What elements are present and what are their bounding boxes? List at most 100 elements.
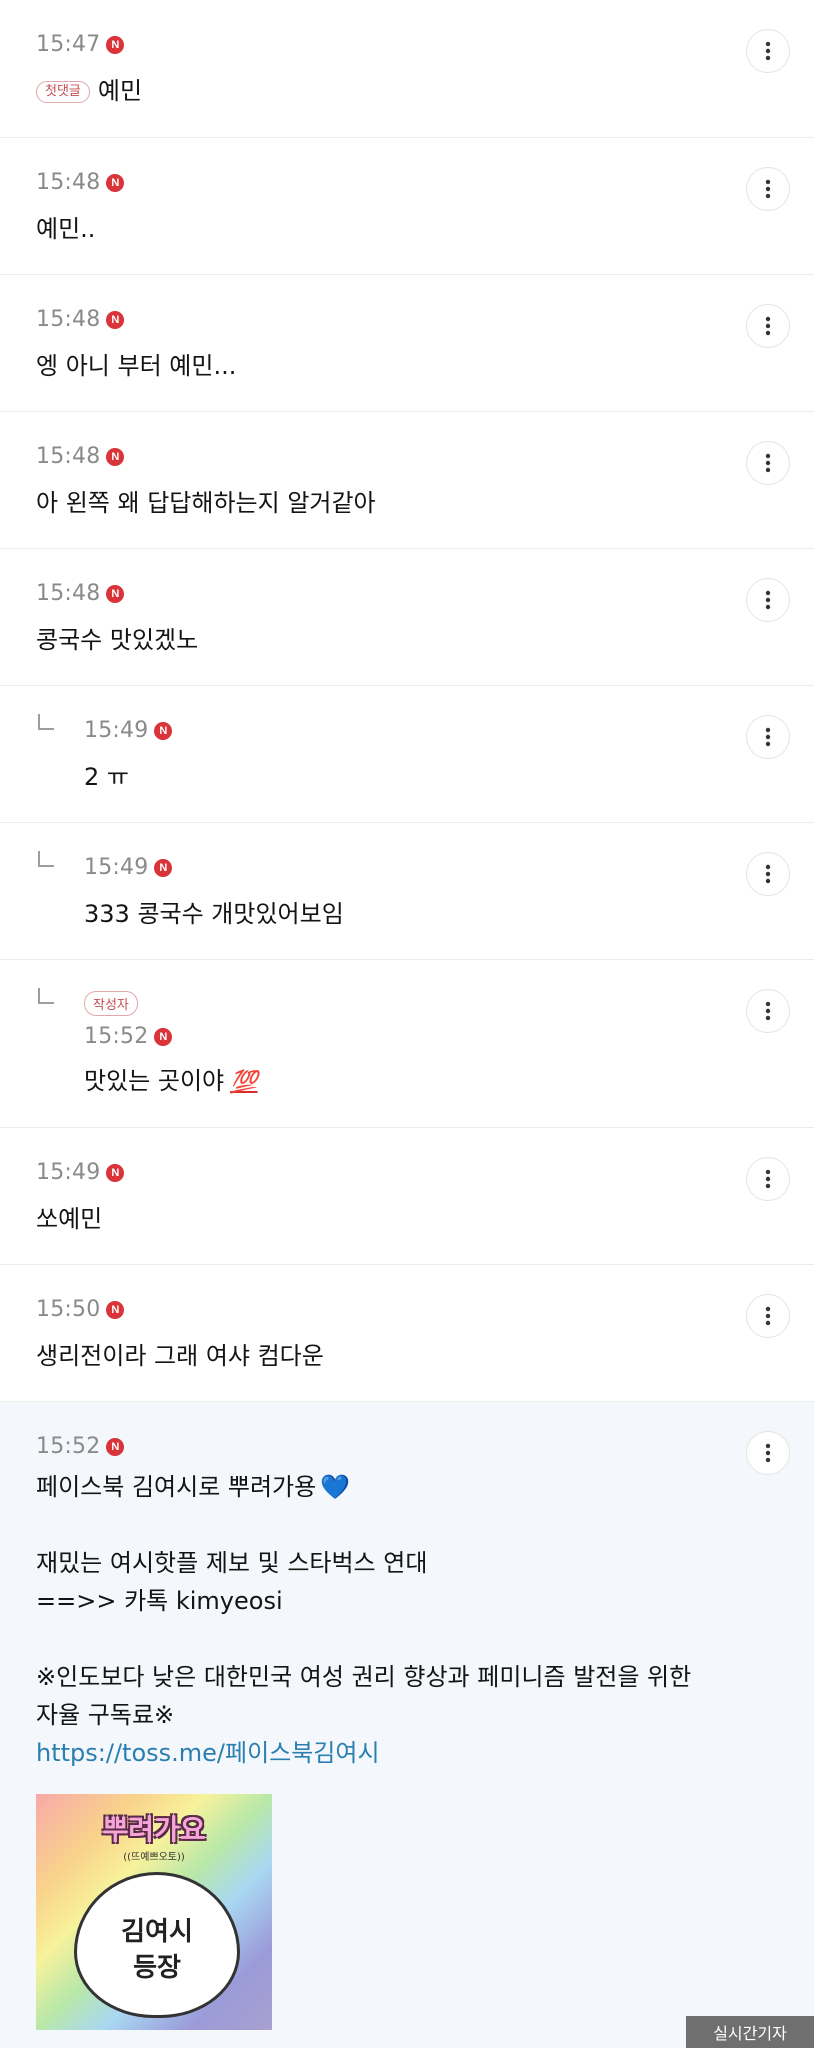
comment-meta: 15:49 N <box>36 1160 125 1185</box>
more-vertical-icon <box>765 179 771 199</box>
more-vertical-icon <box>765 1306 771 1326</box>
comment-text: 페이스북 김여시로 뿌려가용 <box>36 1473 317 1501</box>
comment-text: 333 콩국수 개맛있어보임 <box>84 900 344 928</box>
more-options-button[interactable] <box>746 29 790 73</box>
more-options-button[interactable] <box>746 852 790 896</box>
comment-line: ==>> 카톡 kimyeosi <box>36 1587 283 1615</box>
more-options-button[interactable] <box>746 1157 790 1201</box>
new-badge: N <box>154 858 173 877</box>
more-options-button[interactable] <box>746 1294 790 1338</box>
comment-text: 아 왼쪽 왜 답답해하는지 알거같아 <box>36 489 376 517</box>
comment-item: 15:48 N 예민.. <box>0 138 814 275</box>
comment-text: 쏘예민 <box>36 1205 103 1233</box>
comment-item: 15:48 N 콩국수 맛있겠노 <box>0 549 814 686</box>
reply-arrow-icon <box>38 851 54 867</box>
new-badge: N <box>106 310 125 329</box>
more-options-button[interactable] <box>746 989 790 1033</box>
toss-link[interactable]: https://toss.me/페이스북김여시 <box>36 1739 380 1767</box>
new-badge: N <box>106 173 125 192</box>
sticker-image: 뿌려가요 ((뜨예쁘오토)) 김여시 등장 <box>36 1794 272 2030</box>
comment-text: 생리전이라 그래 여샤 컴다운 <box>36 1342 324 1370</box>
comment-text: 콩국수 맛있겠노 <box>36 626 199 654</box>
hundred-points-emoji: 💯 <box>230 1070 258 1095</box>
comment-item: 15:48 N 엥 아니 부터 예민... <box>0 275 814 412</box>
reply-arrow-icon <box>38 714 54 730</box>
comment-meta: 15:48 N <box>36 444 125 469</box>
comment-meta: 15:50 N <box>36 1297 125 1322</box>
comment-body: 첫댓글 예민 <box>36 76 142 107</box>
comment-item: 15:48 N 아 왼쪽 왜 답답해하는지 알거같아 <box>0 412 814 549</box>
more-vertical-icon <box>765 316 771 336</box>
comment-time: 15:48 <box>36 581 101 606</box>
comment-meta: 15:48 N <box>36 170 125 195</box>
new-badge: N <box>106 1300 125 1319</box>
comment-time: 15:50 <box>36 1297 101 1322</box>
more-vertical-icon <box>765 864 771 884</box>
more-options-button[interactable] <box>746 167 790 211</box>
comment-text: 예민 <box>97 77 143 105</box>
more-vertical-icon <box>765 1001 771 1021</box>
sticker-line: 김여시 <box>121 1917 193 1947</box>
comment-meta: 15:52 N <box>84 1024 173 1049</box>
reply-item: 작성자 15:52 N 맛있는 곳이야 💯 <box>0 960 814 1128</box>
comment-line: 재밌는 여시핫플 제보 및 스타벅스 연대 <box>36 1549 428 1577</box>
comment-time: 15:49 <box>36 1160 101 1185</box>
comment-line: 페이스북 김여시로 뿌려가용 💙 <box>36 1468 774 1506</box>
comment-text: 맛있는 곳이야 <box>84 1067 225 1095</box>
comment-time: 15:49 <box>84 855 149 880</box>
new-badge: N <box>106 584 125 603</box>
comment-item: 15:47 N 첫댓글 예민 <box>0 0 814 138</box>
comment-text: 2 ㅠ <box>84 763 129 791</box>
sticker-subtitle: ((뜨예쁘오토)) <box>123 1852 185 1863</box>
comment-body: 페이스북 김여시로 뿌려가용 💙 재밌는 여시핫플 제보 및 스타벅스 연대 ==… <box>36 1468 774 1772</box>
comment-meta: 15:48 N <box>36 307 125 332</box>
reply-item: 15:49 N 333 콩국수 개맛있어보임 <box>0 823 814 960</box>
comment-time: 15:48 <box>36 170 101 195</box>
sticker-title: 뿌려가요 <box>102 1813 206 1846</box>
reply-arrow-icon <box>38 988 54 1004</box>
comment-meta: 15:47 N <box>36 32 125 57</box>
comment-meta: 15:48 N <box>36 581 125 606</box>
reply-item: 15:49 N 2 ㅠ <box>0 686 814 823</box>
comment-line: ※인도보다 낮은 대한민국 여성 권리 향상과 페미니즘 발전을 위한 <box>36 1663 692 1691</box>
more-vertical-icon <box>765 1443 771 1463</box>
new-badge: N <box>106 1163 125 1182</box>
comment-text: 엥 아니 부터 예민... <box>36 352 237 380</box>
comment-item: 15:50 N 생리전이라 그래 여샤 컴다운 <box>0 1265 814 1402</box>
comment-body: 맛있는 곳이야 💯 <box>84 1066 258 1098</box>
new-badge: N <box>106 35 125 54</box>
comment-text: 예민.. <box>36 215 96 243</box>
more-options-button[interactable] <box>746 304 790 348</box>
first-comment-tag: 첫댓글 <box>36 80 90 104</box>
new-badge: N <box>106 1437 125 1456</box>
more-options-button[interactable] <box>746 578 790 622</box>
blue-heart-emoji: 💙 <box>320 1473 351 1501</box>
more-vertical-icon <box>765 590 771 610</box>
comment-time: 15:48 <box>36 444 101 469</box>
comment-meta: 15:49 N <box>84 855 173 880</box>
more-vertical-icon <box>765 453 771 473</box>
comment-time: 15:52 <box>84 1024 149 1049</box>
sticker-line: 등장 <box>133 1953 181 1983</box>
new-badge: N <box>106 447 125 466</box>
more-vertical-icon <box>765 1169 771 1189</box>
comment-time: 15:47 <box>36 32 101 57</box>
more-options-button[interactable] <box>746 441 790 485</box>
watermark-logo: 실시간기자 <box>686 2016 814 2048</box>
comment-line: 자율 구독료※ <box>36 1701 175 1729</box>
comment-meta: 15:52 N <box>36 1434 125 1459</box>
comment-time: 15:48 <box>36 307 101 332</box>
more-vertical-icon <box>765 727 771 747</box>
comment-item: 15:49 N 쏘예민 <box>0 1128 814 1265</box>
comment-time: 15:52 <box>36 1434 101 1459</box>
comment-time: 15:49 <box>84 718 149 743</box>
new-badge: N <box>154 1027 173 1046</box>
comment-meta: 15:49 N <box>84 718 173 743</box>
more-vertical-icon <box>765 41 771 61</box>
new-badge: N <box>154 721 173 740</box>
more-options-button[interactable] <box>746 715 790 759</box>
heart-shape: 김여시 등장 <box>74 1872 240 2018</box>
author-tag: 작성자 <box>84 991 138 1016</box>
